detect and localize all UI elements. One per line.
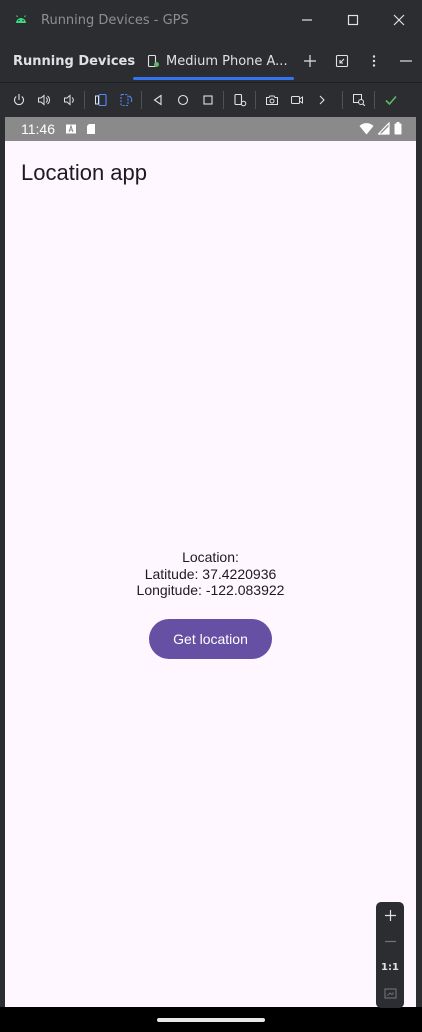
close-window-button[interactable]	[376, 0, 422, 40]
video-camera-icon	[290, 95, 303, 104]
power-icon	[13, 93, 24, 105]
volume-up-button[interactable]	[31, 86, 56, 114]
toolbar-separator	[141, 90, 142, 109]
location-info: Location: Latitude: 37.4220936 Longitude…	[5, 549, 416, 599]
screen-record-button[interactable]	[284, 86, 309, 114]
device-toolbar	[0, 83, 422, 116]
fit-screen-button[interactable]	[376, 980, 404, 1006]
restore-window-icon	[336, 54, 349, 68]
camera-icon	[265, 95, 278, 105]
minus-icon	[384, 940, 396, 942]
zoom-out-button[interactable]	[376, 928, 404, 954]
latitude-text: Latitude: 37.4220936	[144, 565, 277, 582]
layout-inspector-button[interactable]	[346, 86, 371, 114]
home-button[interactable]	[170, 86, 195, 114]
android-navigation-bar	[0, 1007, 422, 1032]
back-button[interactable]	[145, 86, 170, 114]
tool-window-title: Running Devices	[13, 53, 136, 69]
maximize-icon	[347, 14, 359, 26]
float-window-button[interactable]	[326, 40, 358, 82]
cell-signal-icon	[378, 122, 390, 135]
device-settings-button[interactable]	[227, 86, 252, 114]
minimize-button[interactable]	[284, 0, 330, 40]
keyboard-notification-icon	[66, 124, 76, 134]
rotate-right-icon	[119, 93, 132, 106]
more-vertical-icon	[372, 55, 376, 67]
battery-icon	[394, 122, 402, 135]
status-time: 11:46	[21, 121, 55, 137]
tab-device[interactable]: Medium Phone A...	[133, 40, 295, 82]
toolbar-separator	[223, 90, 224, 109]
zoom-in-button[interactable]	[376, 902, 404, 928]
screenshot-button[interactable]	[259, 86, 284, 114]
volume-up-icon	[37, 93, 50, 106]
power-button[interactable]	[6, 86, 31, 114]
volume-down-button[interactable]	[56, 86, 81, 114]
toolbar-separator	[342, 90, 343, 109]
device-settings-icon	[233, 93, 246, 106]
rotate-left-icon	[94, 93, 107, 106]
app-title: Location app	[21, 160, 147, 185]
android-icon	[16, 15, 26, 23]
minimize-icon	[400, 60, 413, 62]
back-triangle-icon	[153, 93, 162, 106]
gesture-handle[interactable]	[157, 1018, 265, 1022]
close-icon	[393, 14, 405, 26]
android-status-bar: 11:46	[5, 117, 416, 141]
hide-window-button[interactable]	[390, 40, 422, 82]
toolbar-separator	[84, 90, 85, 109]
inspect-search-icon	[352, 93, 365, 106]
overview-button[interactable]	[195, 86, 220, 114]
plus-icon	[384, 909, 396, 921]
checkmark-icon	[384, 95, 397, 105]
toolbar-separator	[374, 90, 375, 109]
maximize-button[interactable]	[330, 0, 376, 40]
status-icons	[359, 122, 402, 135]
more-actions-button[interactable]	[309, 86, 334, 114]
new-tab-button[interactable]	[294, 40, 326, 82]
fit-screen-icon	[383, 987, 397, 999]
volume-down-icon	[63, 93, 74, 106]
location-label: Location:	[182, 549, 239, 565]
rotate-right-button[interactable]	[113, 86, 138, 114]
home-circle-icon	[177, 94, 188, 105]
actual-size-label: 1:1	[381, 961, 399, 973]
more-options-button[interactable]	[358, 40, 390, 82]
sd-card-icon	[87, 124, 95, 134]
actual-size-button[interactable]: 1:1	[376, 954, 404, 980]
chevron-right-icon	[319, 95, 325, 104]
wifi-icon	[359, 123, 374, 135]
rotate-left-button[interactable]	[88, 86, 113, 114]
window-title: Running Devices - GPS	[41, 12, 189, 28]
device-screen[interactable]: 11:46 Location app Location: Latitude: 3…	[5, 117, 416, 1007]
status-ok-indicator[interactable]	[378, 86, 403, 114]
get-location-button[interactable]: Get location	[149, 619, 272, 659]
window-title-bar: Running Devices - GPS	[0, 0, 422, 40]
plus-icon	[304, 55, 317, 67]
toolbar-separator	[255, 90, 256, 109]
minimize-icon	[302, 19, 312, 21]
tool-window-header: Running Devices Medium Phone A...	[0, 40, 422, 83]
longitude-text: Longitude: -122.083922	[136, 582, 285, 598]
zoom-controls: 1:1	[376, 902, 404, 1008]
device-icon	[147, 54, 159, 68]
overview-square-icon	[202, 94, 213, 105]
tab-device-label: Medium Phone A...	[166, 53, 288, 69]
tab-selected-indicator	[133, 77, 295, 80]
